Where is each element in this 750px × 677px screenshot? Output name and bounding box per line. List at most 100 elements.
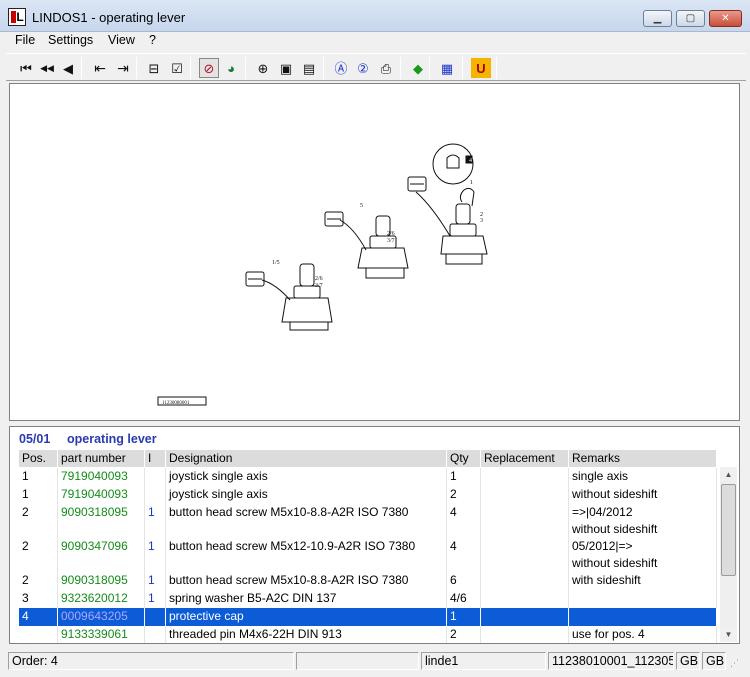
header-replacement[interactable]: Replacement [481,450,569,467]
menu-help[interactable]: ? [149,33,156,47]
cell-replacement [481,538,569,572]
first-icon[interactable]: ⏮ [16,58,36,78]
search-2-icon[interactable]: ② [353,58,373,78]
status-blank [296,652,419,670]
table-row[interactable]: 3 9323620012 1 spring washer B5-A2C DIN 137… [19,590,717,608]
window-title: LINDOS1 - operating lever [32,10,186,25]
table-row[interactable]: 2 9090347096 1 button head screw M5x12-10.9… [19,538,717,572]
u-icon[interactable]: U [471,58,491,78]
cell-part-number: 9090318095 [58,504,145,538]
toolbar-separator [400,57,401,79]
prev-page-icon[interactable]: ⇤ [90,58,110,78]
next-page-icon[interactable]: ⇥ [113,58,133,78]
cell-replacement [481,626,569,643]
cell-qty: 4 [447,504,481,538]
header-remarks[interactable]: Remarks [569,450,717,467]
callout-5: 5 [360,203,363,209]
cell-remarks [569,608,717,626]
status-language-1: GB [676,652,700,670]
toolbar-separator [429,57,430,79]
header-qty[interactable]: Qty [447,450,481,467]
cell-designation: threaded pin M4x6-22H DIN 913 [166,626,447,643]
header-indicator[interactable]: I [145,450,166,467]
vertical-scrollbar[interactable]: ▲ ▼ [720,467,737,642]
table-row[interactable]: 1 7919040093 joystick single axis 1 single a… [19,468,717,486]
cell-pos: 1 [19,486,58,504]
cell-designation: button head screw M5x12-10.9-A2R ISO 738… [166,538,447,572]
cell-pos: 4 [19,608,58,626]
page-alt-icon[interactable]: ▤ [299,58,319,78]
joystick-drawing-1 [407,143,488,265]
resize-grip-icon[interactable]: ⋰ [730,658,742,670]
checklist-icon[interactable]: ☑ [167,58,187,78]
callout-3: 3 [480,218,483,224]
cell-indicator: 1 [145,538,166,572]
cell-designation: joystick single axis [166,468,447,486]
cell-qty: 4/6 [447,590,481,608]
fast-back-icon[interactable]: ◀◀ [37,58,57,78]
status-document: 11238010001_112305 [548,652,674,670]
cell-replacement [481,572,569,590]
callout-1-5: 1/5 [272,260,280,266]
exploded-drawing-area[interactable]: 1 4 5 1/5 2/6 3/7 2/6 3/7 2 3 1123008000… [9,83,740,421]
drawing-number: 11230080001 [162,401,190,406]
cell-replacement [481,468,569,486]
toolbar-separator [136,57,137,79]
cell-part-number: 9090318095 [58,572,145,590]
export-icon[interactable]: ◆ [408,58,428,78]
cell-indicator [145,486,166,504]
cell-designation: button head screw M5x10-8.8-A2R ISO 7380 [166,504,447,538]
callout-3-7-left: 3/7 [315,283,323,289]
cell-remarks-line-1: 05/2012|=> [572,539,633,553]
cart-icon[interactable]: ⊟ [144,58,164,78]
cell-remarks [569,590,717,608]
status-order: Order: 4 [8,652,294,670]
table-row[interactable]: 9133339061 threaded pin M4x6-22H DIN 913 2… [19,626,717,643]
status-user: linde1 [421,652,546,670]
maximize-button[interactable]: ▢ [676,10,705,27]
scroll-up-button[interactable]: ▲ [720,467,737,482]
menu-file[interactable]: File [15,33,35,47]
hotspot-icon[interactable]: ⊘ [199,58,219,78]
globe-icon[interactable]: ◕ [221,58,241,78]
scroll-down-button[interactable]: ▼ [720,627,737,642]
menu-bar: File Settings View ? [0,32,750,50]
table-row[interactable]: 2 9090318095 1 button head screw M5x10-8.8-… [19,572,717,590]
minimize-button[interactable]: ▁ [643,10,672,27]
grid-icon[interactable]: ▦ [437,58,457,78]
cell-designation: button head screw M5x10-8.8-A2R ISO 7380 [166,572,447,590]
zoom-icon[interactable]: ⊕ [253,58,273,78]
toolbar-separator [190,57,191,79]
callout-1: 1 [470,180,473,186]
search-a-icon[interactable]: Ⓐ [331,58,351,78]
cell-part-number: 7919040093 [58,468,145,486]
table-row[interactable]: 2 9090318095 1 button head screw M5x10-8.8-… [19,504,717,538]
cell-remarks: single axis [569,468,717,486]
parts-drawing: 1 4 5 1/5 2/6 3/7 2/6 3/7 2 3 1123008000… [157,143,488,406]
header-part-number[interactable]: part number [58,450,145,467]
cell-qty: 1 [447,608,481,626]
table-row[interactable]: 1 7919040093 joystick single axis 2 without … [19,486,717,504]
print-icon[interactable]: ⎙ [376,58,396,78]
table-header: Pos. part number I Designation Qty Repla… [19,450,717,467]
close-button[interactable]: ✕ [709,10,742,27]
header-pos[interactable]: Pos. [19,450,58,467]
table-row[interactable]: 4 0009643205 protective cap 1 [19,608,717,626]
cell-designation: protective cap [166,608,447,626]
cell-replacement [481,608,569,626]
cell-qty: 2 [447,626,481,643]
title-bar: L LINDOS1 - operating lever ▁ ▢ ✕ [0,0,750,32]
menu-settings[interactable]: Settings [48,33,93,47]
back-icon[interactable]: ◀ [58,58,78,78]
toolbar-separator [81,57,82,79]
cell-pos: 2 [19,538,58,572]
menu-view[interactable]: View [108,33,135,47]
scroll-thumb[interactable] [721,484,736,576]
app-logo-icon: L [8,8,26,26]
header-designation[interactable]: Designation [166,450,447,467]
callout-4: 4 [469,158,472,164]
cell-indicator: 1 [145,504,166,538]
cell-indicator [145,468,166,486]
toolbar-separator [245,57,246,79]
page-icon[interactable]: ▣ [276,58,296,78]
